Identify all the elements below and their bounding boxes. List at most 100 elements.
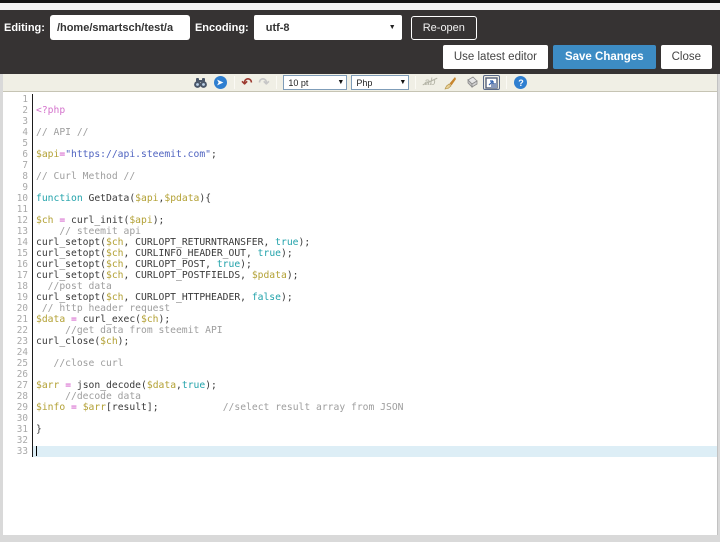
- toolbar-separator: [506, 76, 508, 89]
- code-line[interactable]: curl_setopt($ch, CURLOPT_POSTFIELDS, $pd…: [33, 270, 717, 281]
- line-number: 26: [16, 369, 28, 380]
- chevron-down-icon: ▼: [399, 79, 407, 86]
- code-line[interactable]: [33, 116, 717, 127]
- line-number: 29: [16, 402, 28, 413]
- line-number: 5: [22, 138, 28, 149]
- code-line[interactable]: $info = $arr[result]; //select result ar…: [33, 402, 717, 413]
- toolbar-separator: [233, 76, 235, 89]
- line-number: 12: [16, 215, 28, 226]
- code-editor[interactable]: 1 2 3 4 5 6 7 8 9 10 11 12 13 14 15 16 17 18 19 20 21 22 23 24 2…: [3, 92, 717, 535]
- code-line[interactable]: [33, 138, 717, 149]
- line-number: 13: [16, 226, 28, 237]
- undo-icon[interactable]: ↶: [241, 75, 254, 90]
- line-number: 21: [16, 314, 28, 325]
- code-line[interactable]: curl_setopt($ch, CURLOPT_HTTPHEADER, fal…: [33, 292, 717, 303]
- line-number: 14: [16, 237, 28, 248]
- line-number: 17: [16, 270, 28, 281]
- code-line[interactable]: [33, 204, 717, 215]
- active-code-line[interactable]: [33, 446, 717, 457]
- code-line[interactable]: [33, 94, 717, 105]
- line-number: 7: [22, 160, 28, 171]
- language-value: Php: [356, 77, 373, 88]
- eraser-icon[interactable]: [462, 75, 479, 90]
- line-number: 20: [16, 303, 28, 314]
- code-lines[interactable]: <?php // API // $api="https://api.steemit.…: [33, 94, 717, 457]
- editor-panel: ➤ ↶ ↷ 10 pt ▼ Php ▼ ab ? 1 2 3 4 5 6 7 8…: [3, 74, 718, 535]
- code-line[interactable]: $ch = curl_init($api);: [33, 215, 717, 226]
- spellcheck-disabled-icon[interactable]: ab: [422, 75, 437, 90]
- gutter: 1 2 3 4 5 6 7 8 9 10 11 12 13 14 15 16 17 18 19 20 21 22 23 24 2…: [3, 94, 33, 457]
- code-line[interactable]: $arr = json_decode($data,true);: [33, 380, 717, 391]
- encoding-value: utf-8: [265, 21, 290, 34]
- font-size-value: 10 pt: [288, 77, 309, 88]
- header-row-file: Editing: Encoding: utf-8 ▼ Re-open: [4, 15, 712, 40]
- code-line[interactable]: //get data from steemit API: [33, 325, 717, 336]
- reopen-button[interactable]: Re-open: [410, 15, 477, 40]
- line-number: 18: [16, 281, 28, 292]
- line-number: 23: [16, 336, 28, 347]
- code-line[interactable]: // http header request: [33, 303, 717, 314]
- header-row-actions: Use latest editor Save Changes Close: [4, 45, 712, 69]
- line-number: 3: [22, 116, 28, 127]
- top-gray-strip: [0, 3, 720, 10]
- chevron-down-icon: ▼: [337, 79, 345, 86]
- code-line[interactable]: [33, 347, 717, 358]
- font-size-select[interactable]: 10 pt ▼: [283, 75, 348, 90]
- code-line[interactable]: <?php: [33, 105, 717, 116]
- line-number: 27: [16, 380, 28, 391]
- encoding-label: Encoding:: [194, 21, 249, 34]
- find-icon[interactable]: [192, 75, 209, 90]
- line-number: 2: [22, 105, 28, 116]
- code-line[interactable]: $data = curl_exec($ch);: [33, 314, 717, 325]
- line-number: 19: [16, 292, 28, 303]
- line-number: 11: [16, 204, 28, 215]
- line-number: 4: [22, 127, 28, 138]
- code-line[interactable]: // Curl Method //: [33, 171, 717, 182]
- code-line[interactable]: curl_setopt($ch, CURLINFO_HEADER_OUT, tr…: [33, 248, 717, 259]
- close-button[interactable]: Close: [660, 45, 712, 69]
- code-line[interactable]: curl_close($ch);: [33, 336, 717, 347]
- language-select[interactable]: Php ▼: [351, 75, 410, 90]
- line-number: 15: [16, 248, 28, 259]
- code-line[interactable]: [33, 182, 717, 193]
- line-number: 1: [22, 94, 28, 105]
- syntax-highlight-brush-icon[interactable]: [441, 75, 458, 90]
- use-latest-editor-button[interactable]: Use latest editor: [442, 45, 548, 69]
- redo-icon[interactable]: ↷: [257, 75, 270, 90]
- editor-toolbar: ➤ ↶ ↷ 10 pt ▼ Php ▼ ab ?: [3, 74, 717, 92]
- line-number: 16: [16, 259, 28, 270]
- line-number: 25: [16, 358, 28, 369]
- line-number: 32: [16, 435, 28, 446]
- line-number: 6: [22, 149, 28, 160]
- toolbar-separator: [415, 76, 417, 89]
- code-line[interactable]: //decode data: [33, 391, 717, 402]
- code-line[interactable]: curl_setopt($ch, CURLOPT_RETURNTRANSFER,…: [33, 237, 717, 248]
- code-line[interactable]: [33, 369, 717, 380]
- help-icon[interactable]: ?: [513, 75, 528, 90]
- code-line[interactable]: // API //: [33, 127, 717, 138]
- save-changes-button[interactable]: Save Changes: [552, 45, 656, 69]
- code-line[interactable]: }: [33, 424, 717, 435]
- editor-header: Editing: Encoding: utf-8 ▼ Re-open Use l…: [0, 10, 720, 74]
- line-number: 24: [16, 347, 28, 358]
- line-number: 30: [16, 413, 28, 424]
- code-line[interactable]: function GetData($api,$pdata){: [33, 193, 717, 204]
- code-line[interactable]: [33, 413, 717, 424]
- goto-icon[interactable]: ➤: [213, 75, 228, 90]
- code-line[interactable]: [33, 160, 717, 171]
- line-number: 28: [16, 391, 28, 402]
- text-cursor: [36, 446, 37, 456]
- code-line[interactable]: //post data: [33, 281, 717, 292]
- code-line[interactable]: [33, 435, 717, 446]
- line-number: 22: [16, 325, 28, 336]
- code-line[interactable]: curl_setopt($ch, CURLOPT_POST, true);: [33, 259, 717, 270]
- chevron-down-icon: ▼: [388, 24, 396, 31]
- line-number: 9: [22, 182, 28, 193]
- code-line[interactable]: // steemit api: [33, 226, 717, 237]
- encoding-select[interactable]: utf-8 ▼: [253, 15, 402, 40]
- popout-window-icon[interactable]: [483, 75, 501, 90]
- code-line[interactable]: $api="https://api.steemit.com";: [33, 149, 717, 160]
- code-line[interactable]: //close curl: [33, 358, 717, 369]
- file-path-input[interactable]: [49, 15, 190, 40]
- editor-page-margin: ➤ ↶ ↷ 10 pt ▼ Php ▼ ab ? 1 2 3 4 5 6 7 8…: [0, 74, 720, 542]
